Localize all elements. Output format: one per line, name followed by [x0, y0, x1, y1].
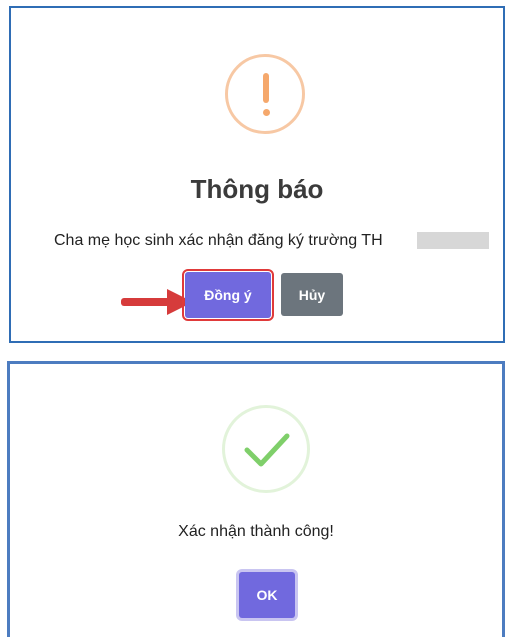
confirm-dialog: Thông báo Cha mẹ học sinh xác nhận đăng … [9, 6, 505, 343]
ok-button[interactable]: OK [239, 572, 295, 618]
success-message: Xác nhận thành công! [178, 523, 334, 540]
dialog-message: Cha mẹ học sinh xác nhận đăng ký trường … [54, 232, 383, 249]
checkmark-icon [222, 405, 310, 493]
agree-button[interactable]: Đồng ý [182, 269, 274, 321]
exclamation-icon [225, 54, 305, 134]
cancel-button[interactable]: Hủy [281, 273, 343, 316]
success-dialog: Xác nhận thành công! OK [7, 361, 505, 637]
dialog-title: Thông báo [190, 174, 324, 204]
redacted-school-name [417, 232, 489, 249]
